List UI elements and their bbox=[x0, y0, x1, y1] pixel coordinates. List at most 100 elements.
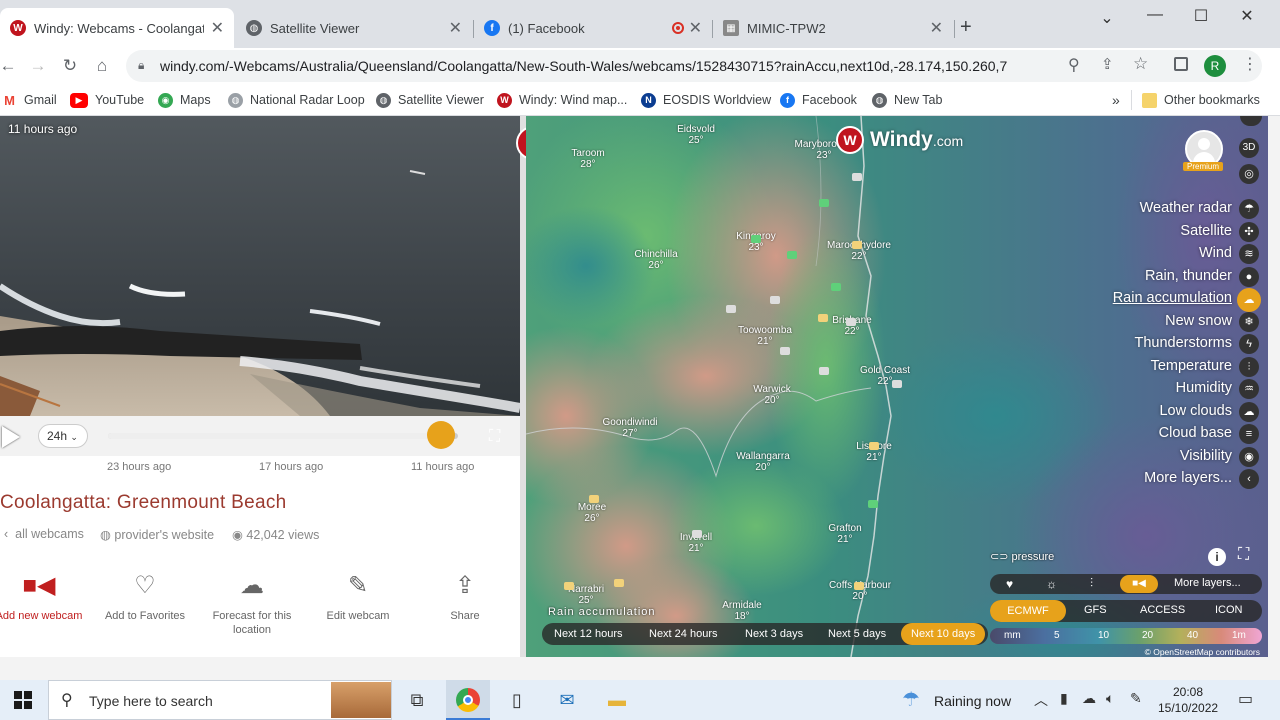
mail-icon[interactable]: ✉ bbox=[554, 688, 580, 712]
share-page-icon[interactable]: ⇪ bbox=[1101, 55, 1114, 73]
pressure-toggle[interactable]: ⊂⊃ pressure bbox=[990, 550, 1054, 563]
new-tab-button[interactable]: + bbox=[960, 16, 972, 39]
model-gfs[interactable]: GFS bbox=[1084, 604, 1107, 616]
model-access[interactable]: ACCESS bbox=[1140, 604, 1185, 616]
rain-weather-icon[interactable]: ☂ bbox=[902, 687, 920, 712]
network-icon[interactable]: ☁ bbox=[1082, 690, 1096, 707]
radar-icon[interactable]: ☂ bbox=[1239, 199, 1259, 219]
webcam-marker[interactable] bbox=[892, 380, 902, 388]
tab-windy-webcams[interactable]: W Windy: Webcams - Coolangatta: Greenmou… bbox=[0, 8, 234, 48]
close-tab-icon[interactable]: ✕ bbox=[211, 18, 224, 38]
tab-facebook[interactable]: f (1) Facebook ✕ bbox=[474, 8, 712, 48]
add-favorite-button[interactable]: ♡ Add to Favorites bbox=[90, 571, 200, 623]
info-icon[interactable]: i bbox=[1208, 548, 1226, 566]
layer-temperature[interactable]: Temperature bbox=[1151, 358, 1232, 374]
bookmark-youtube[interactable]: ▶ YouTube bbox=[70, 90, 144, 110]
more-bookmarks-button[interactable]: » bbox=[1112, 90, 1120, 110]
snowflake-icon[interactable]: ❄ bbox=[1239, 312, 1259, 332]
close-tab-icon[interactable]: ✕ bbox=[689, 18, 702, 38]
notification-icon[interactable]: ▭ bbox=[1238, 689, 1253, 709]
other-bookmarks[interactable]: Other bookmarks bbox=[1142, 90, 1260, 110]
webcam-marker[interactable] bbox=[564, 582, 574, 590]
layer-more[interactable]: More layers... bbox=[1144, 470, 1232, 486]
raindrop-icon[interactable]: ● bbox=[1239, 267, 1259, 287]
bookmark-radar[interactable]: ◍ National Radar Loop bbox=[228, 90, 365, 110]
task-view-icon[interactable]: ⧉ bbox=[404, 688, 430, 712]
layer-rain-accumulation[interactable]: Rain accumulation bbox=[1113, 290, 1232, 306]
webcam-marker[interactable] bbox=[819, 367, 829, 375]
fullscreen-icon[interactable]: ⛶ bbox=[489, 428, 500, 446]
humidity-icon[interactable]: ♒ bbox=[1239, 379, 1259, 399]
webcam-marker[interactable] bbox=[869, 442, 879, 450]
bookmark-satellite[interactable]: ◍ Satellite Viewer bbox=[376, 90, 484, 110]
page-scrollbar[interactable] bbox=[1268, 116, 1280, 657]
side-panel-icon[interactable] bbox=[1174, 57, 1188, 71]
chevron-left-icon[interactable]: ‹ bbox=[1239, 469, 1259, 489]
attribution[interactable]: © OpenStreetMap contributors bbox=[1145, 647, 1260, 657]
fullscreen-map-icon[interactable]: ⛶ bbox=[1238, 546, 1249, 564]
tab-satellite-viewer[interactable]: ◍ Satellite Viewer ✕ bbox=[236, 8, 472, 48]
forward-icon[interactable]: → bbox=[26, 54, 50, 78]
language-icon[interactable]: ✎ bbox=[1130, 690, 1142, 707]
thunderstorm-icon[interactable]: ϟ bbox=[1239, 334, 1259, 354]
rain-accumulation-icon[interactable]: ☁ bbox=[1237, 288, 1261, 312]
bookmark-star-icon[interactable]: ☆ bbox=[1133, 54, 1148, 74]
cloud-icon[interactable]: ☁ bbox=[1239, 402, 1259, 422]
bookmark-facebook[interactable]: f Facebook bbox=[780, 90, 857, 110]
zoom-icon[interactable]: ⚲ bbox=[1068, 55, 1080, 75]
webcam-marker[interactable] bbox=[614, 579, 624, 587]
duration-select[interactable]: 24h ⌄ bbox=[38, 424, 88, 448]
maximize-button[interactable]: ☐ bbox=[1178, 6, 1224, 26]
webcam-marker[interactable] bbox=[846, 318, 856, 326]
slider-handle[interactable] bbox=[426, 421, 455, 449]
cloud-base-icon[interactable]: ≡ bbox=[1239, 424, 1259, 444]
webcam-marker[interactable] bbox=[780, 347, 790, 355]
back-icon[interactable]: ← bbox=[0, 54, 20, 78]
layer-low-clouds[interactable]: Low clouds bbox=[1159, 403, 1232, 419]
close-tab-icon[interactable]: ✕ bbox=[930, 18, 943, 38]
webcam-marker[interactable] bbox=[868, 500, 878, 508]
bookmark-windy[interactable]: W Windy: Wind map... bbox=[497, 90, 627, 110]
webcam-marker[interactable] bbox=[854, 582, 864, 590]
time-range-12h[interactable]: Next 12 hours bbox=[548, 624, 628, 644]
more-layers-button[interactable]: More layers... bbox=[1174, 577, 1241, 589]
layer-wind[interactable]: Wind bbox=[1199, 245, 1232, 261]
taskbar-chrome[interactable] bbox=[446, 680, 490, 720]
share-button[interactable]: ⇪ Share bbox=[410, 571, 520, 623]
layer-cloud-base[interactable]: Cloud base bbox=[1159, 425, 1232, 441]
bookmark-maps[interactable]: ◉ Maps bbox=[158, 90, 211, 110]
webcam-marker[interactable] bbox=[818, 314, 828, 322]
edit-webcam-button[interactable]: ✎ Edit webcam bbox=[303, 571, 413, 623]
windy-logo[interactable]: Windy.com bbox=[870, 128, 963, 152]
webcam-marker[interactable] bbox=[852, 241, 862, 249]
forecast-button[interactable]: ☁ Forecast for this location bbox=[197, 571, 307, 637]
close-window-button[interactable]: ✕ bbox=[1224, 6, 1270, 26]
webcam-marker[interactable] bbox=[770, 296, 780, 304]
time-range-24h[interactable]: Next 24 hours bbox=[643, 624, 723, 644]
time-range-5d[interactable]: Next 5 days bbox=[822, 624, 892, 644]
wind-icon[interactable]: ≋ bbox=[1239, 244, 1259, 264]
model-icon[interactable]: ICON bbox=[1215, 604, 1243, 616]
chevron-up-icon[interactable]: ︿ bbox=[1034, 690, 1048, 710]
profile-avatar[interactable]: R bbox=[1204, 55, 1226, 77]
weather-forecast-icon[interactable]: ☼ bbox=[1046, 577, 1057, 591]
layer-humidity[interactable]: Humidity bbox=[1176, 380, 1232, 396]
webcam-image[interactable]: 11 hours ago bbox=[0, 116, 520, 416]
windows-start-icon[interactable] bbox=[14, 691, 32, 709]
hurricane-icon[interactable]: ◎ bbox=[1239, 164, 1259, 184]
tab-search-icon[interactable]: ⌄ bbox=[1084, 8, 1130, 28]
all-webcams-link[interactable]: ‹ all webcams bbox=[4, 527, 84, 541]
weather-map[interactable]: Eidsvold25° Taroom28° Maryborough23° Kin… bbox=[526, 116, 1268, 657]
webcam-marker[interactable] bbox=[589, 495, 599, 503]
thermometer-icon[interactable]: ⫶ bbox=[1090, 576, 1093, 591]
bookmark-gmail[interactable]: M Gmail bbox=[2, 90, 57, 110]
webcam-marker[interactable] bbox=[852, 173, 862, 181]
weather-status[interactable]: Raining now bbox=[934, 693, 1011, 709]
webcam-marker[interactable] bbox=[787, 251, 797, 259]
webcam-marker[interactable] bbox=[751, 235, 761, 243]
battery-icon[interactable]: ▮ bbox=[1060, 690, 1068, 707]
file-icon[interactable]: ▯ bbox=[504, 688, 530, 712]
layer-weather-radar[interactable]: Weather radar bbox=[1140, 200, 1232, 216]
layer-rain-thunder[interactable]: Rain, thunder bbox=[1145, 268, 1232, 284]
play-icon[interactable] bbox=[2, 426, 20, 448]
